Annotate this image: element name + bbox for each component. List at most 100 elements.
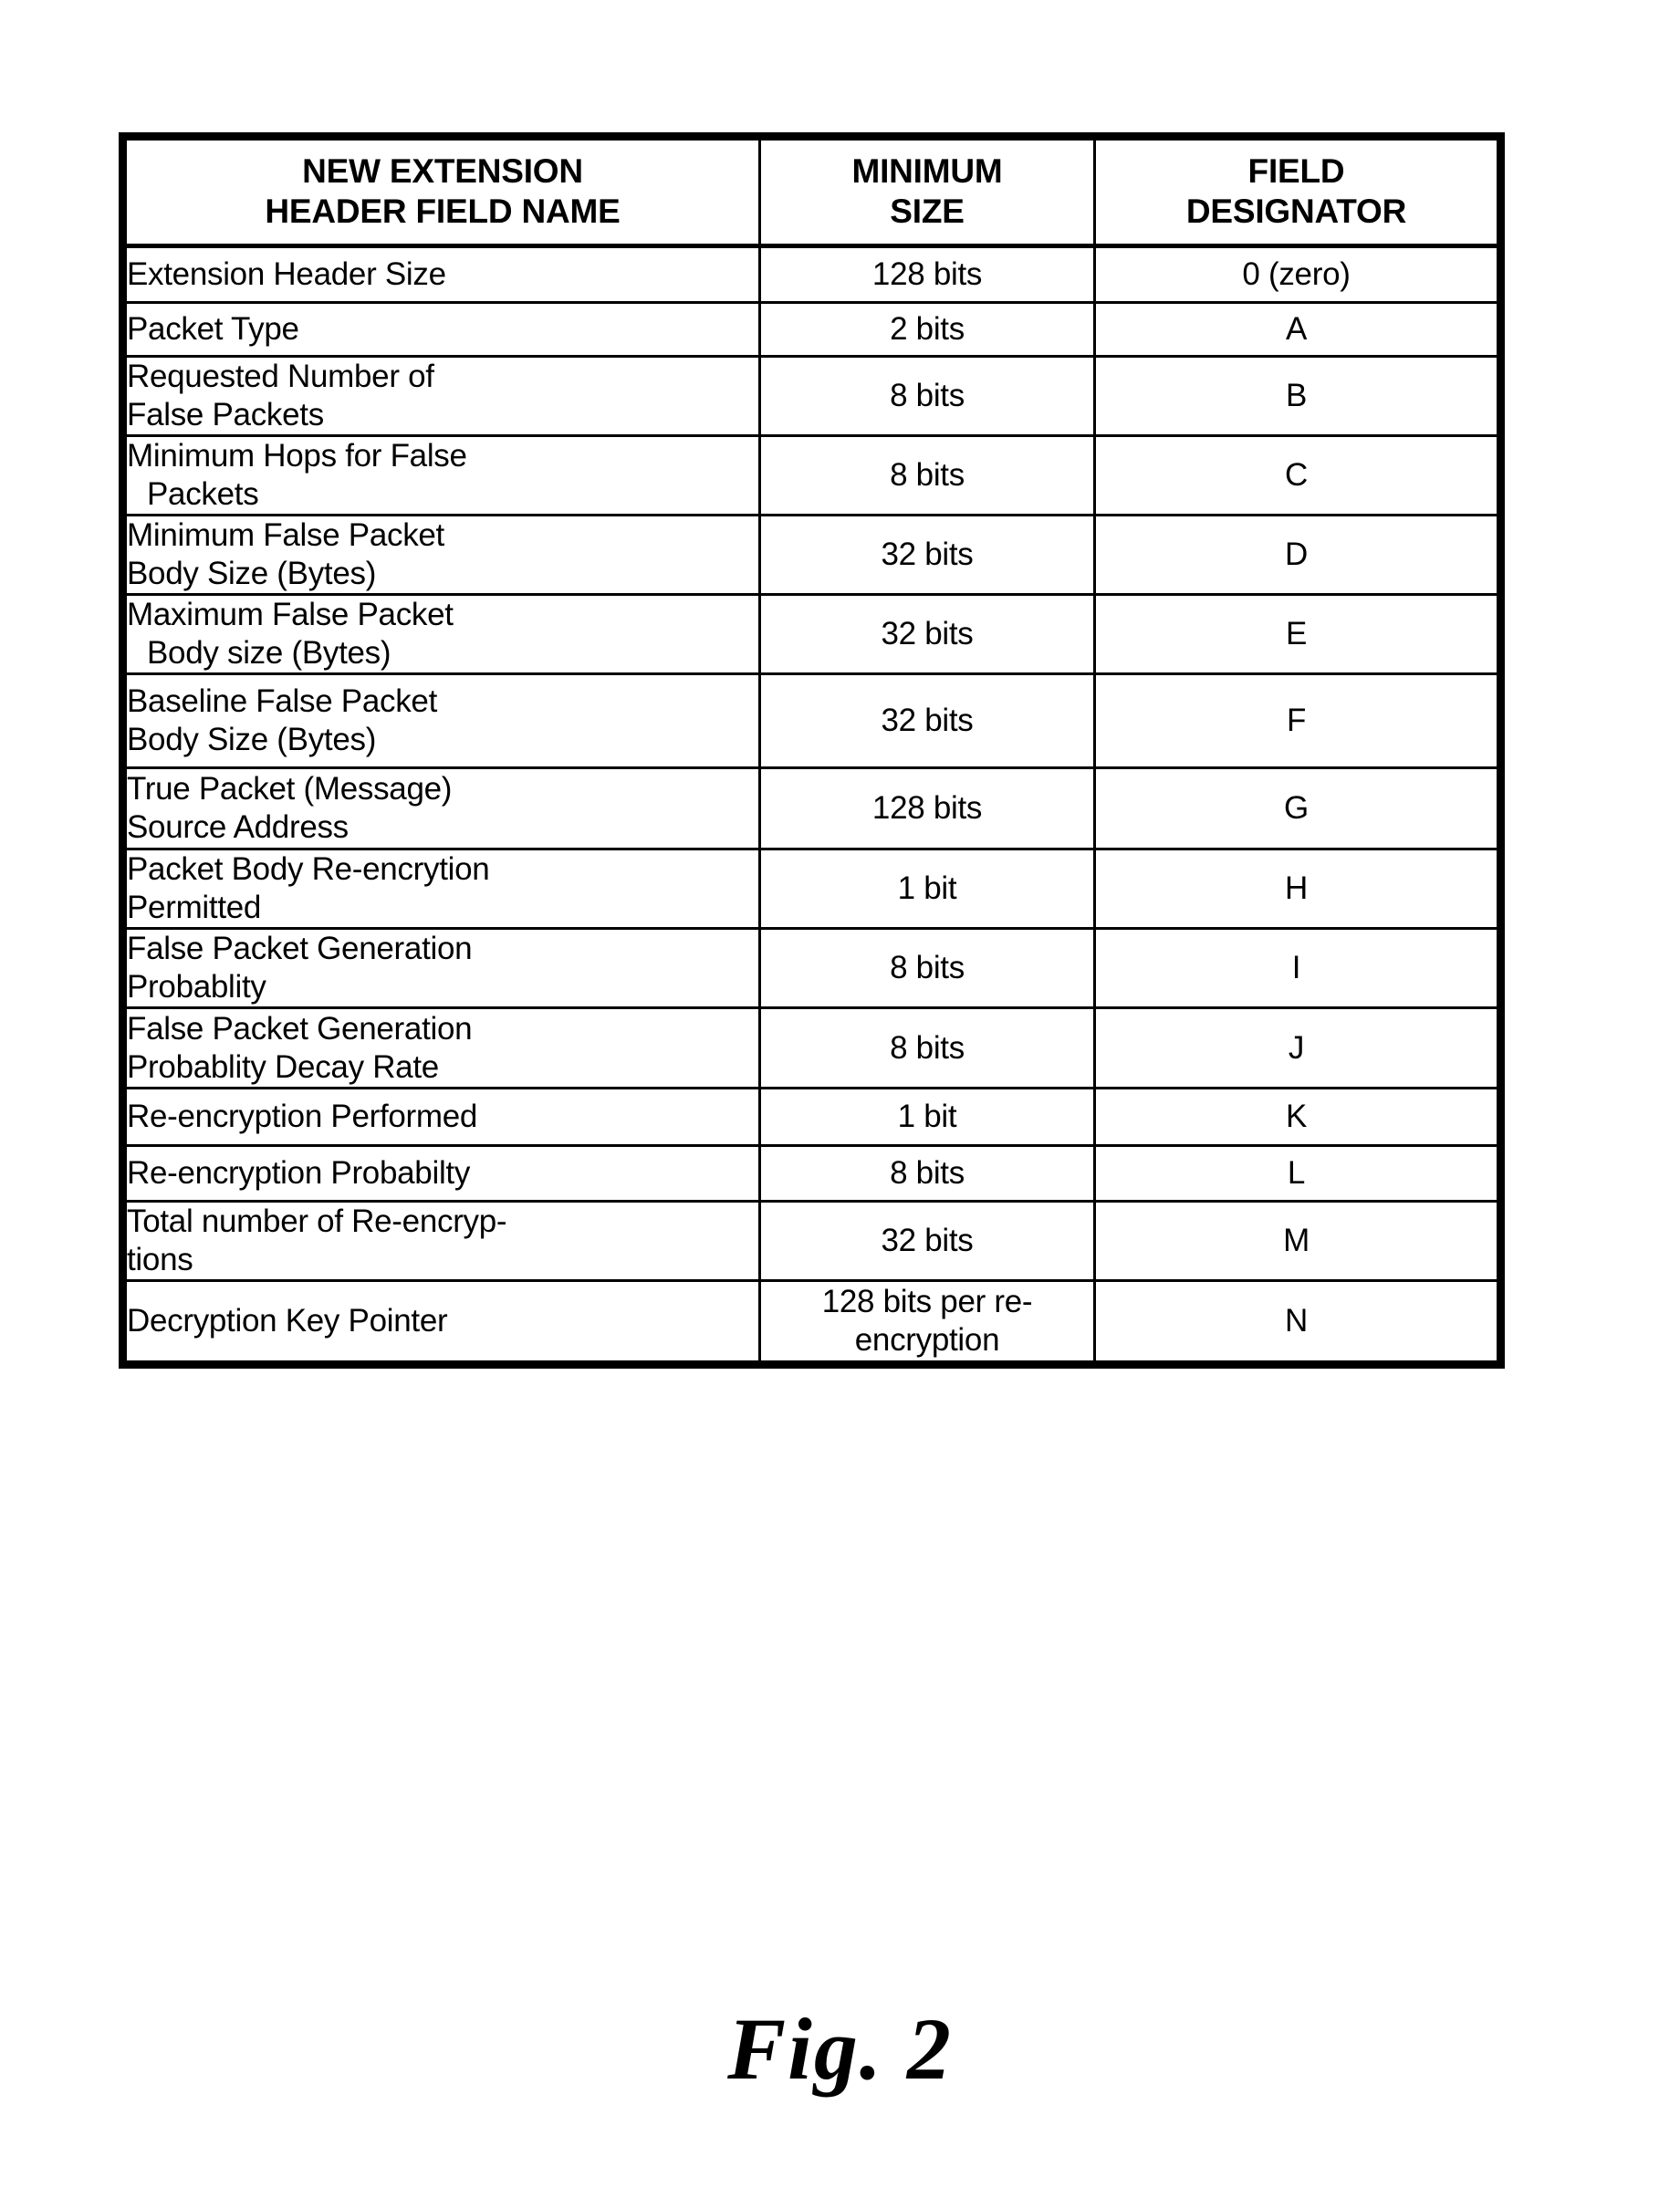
- minimum-size-line1: 32 bits: [881, 703, 974, 739]
- cell-minimum-size: 32 bits: [758, 672, 1096, 770]
- cell-field-designator: C: [1093, 434, 1502, 517]
- column-header-field-designator: FIELD DESIGNATOR: [1093, 134, 1502, 249]
- cell-field-designator: F: [1093, 672, 1502, 770]
- cell-field-name: Requested Number of False Packets: [121, 355, 761, 438]
- cell-field-designator: D: [1093, 514, 1502, 597]
- cell-field-designator: I: [1093, 927, 1502, 1010]
- column-header-field-name-line1: NEW EXTENSION: [302, 152, 583, 190]
- minimum-size-line1: 32 bits: [881, 616, 974, 652]
- field-name-line1: Maximum False Packet: [127, 597, 454, 633]
- cell-field-designator: K: [1093, 1087, 1502, 1148]
- table-header: NEW EXTENSION HEADER FIELD NAME MINIMUM …: [121, 134, 1502, 249]
- field-name-line1: False Packet Generation: [127, 931, 473, 967]
- field-designator-value: E: [1285, 616, 1308, 652]
- cell-field-designator: 0 (zero): [1093, 245, 1502, 305]
- field-name-line1: Minimum Hops for False: [127, 438, 467, 474]
- field-designator-value: 0 (zero): [1242, 256, 1351, 293]
- cell-field-name: True Packet (Message) Source Address: [121, 766, 761, 851]
- field-designator-value: H: [1285, 870, 1308, 907]
- minimum-size-line1: 1 bit: [897, 1099, 957, 1135]
- minimum-size-line1: 128 bits per re-: [821, 1284, 1033, 1320]
- field-designator-value: K: [1285, 1099, 1308, 1135]
- minimum-size-line1: 1 bit: [897, 870, 957, 907]
- table-row: False Packet Generation Probablity 8 bits…: [121, 927, 1502, 1010]
- cell-minimum-size: 8 bits: [758, 1144, 1096, 1203]
- cell-field-name: Minimum False Packet Body Size (Bytes): [121, 514, 761, 597]
- cell-field-designator: L: [1093, 1144, 1502, 1203]
- field-name-line1: Minimum False Packet: [127, 517, 444, 554]
- field-name-line2: tions: [127, 1242, 193, 1278]
- cell-minimum-size: 32 bits: [758, 1200, 1096, 1283]
- cell-minimum-size: 32 bits: [758, 593, 1096, 676]
- table-row: Minimum Hops for False Packets 8 bits C: [121, 434, 1502, 517]
- column-header-field-name-line2: HEADER FIELD NAME: [265, 192, 621, 230]
- cell-field-designator: G: [1093, 766, 1502, 851]
- column-header-minimum-size: MINIMUM SIZE: [758, 134, 1096, 249]
- cell-minimum-size: 8 bits: [758, 927, 1096, 1010]
- field-name-line1: False Packet Generation: [127, 1010, 473, 1047]
- cell-minimum-size: 32 bits: [758, 514, 1096, 597]
- minimum-size-line2: encryption: [854, 1322, 1000, 1359]
- figure-caption: Fig. 2: [727, 2000, 953, 2098]
- table-row: Extension Header Size 128 bits 0 (zero): [121, 245, 1502, 305]
- table-row: Packet Body Re-encrytion Permitted 1 bit …: [121, 848, 1502, 931]
- table-row: Baseline False Packet Body Size (Bytes) 3…: [121, 672, 1502, 770]
- field-name-line2: Source Address: [127, 809, 349, 846]
- field-name-line1: Re-encryption Probabilty: [127, 1155, 471, 1192]
- field-name-line1: Packet Body Re-encrytion: [127, 851, 490, 888]
- field-name-line2: Probablity Decay Rate: [127, 1048, 439, 1085]
- cell-field-name: Decryption Key Pointer: [121, 1279, 761, 1367]
- minimum-size-line1: 8 bits: [890, 1029, 965, 1066]
- table-row: Maximum False Packet Body size (Bytes) 32…: [121, 593, 1502, 676]
- cell-minimum-size: 1 bit: [758, 848, 1096, 931]
- cell-field-designator: A: [1093, 301, 1502, 359]
- minimum-size-line1: 8 bits: [890, 457, 965, 494]
- cell-minimum-size: 128 bits per re-encryption: [758, 1279, 1096, 1367]
- cell-field-name: Re-encryption Probabilty: [121, 1144, 761, 1203]
- minimum-size-line1: 32 bits: [881, 537, 974, 573]
- minimum-size-line1: 8 bits: [890, 378, 965, 414]
- table-row: False Packet Generation Probablity Decay …: [121, 1006, 1502, 1090]
- cell-minimum-size: 1 bit: [758, 1087, 1096, 1148]
- cell-field-designator: J: [1093, 1006, 1502, 1090]
- table-row: Decryption Key Pointer 128 bits per re-e…: [121, 1279, 1502, 1367]
- cell-field-name: Minimum Hops for False Packets: [121, 434, 761, 517]
- cell-field-name: Baseline False Packet Body Size (Bytes): [121, 672, 761, 770]
- column-header-field-name-text: NEW EXTENSION HEADER FIELD NAME: [127, 141, 758, 244]
- field-name-line2: Probablity: [127, 969, 266, 1006]
- column-header-field-name: NEW EXTENSION HEADER FIELD NAME: [121, 134, 761, 249]
- field-name-line1: Extension Header Size: [127, 256, 446, 293]
- table-row: Total number of Re-encryp-tions 32 bits …: [121, 1200, 1502, 1283]
- table-row: Minimum False Packet Body Size (Bytes) 32…: [121, 514, 1502, 597]
- field-name-line1: Decryption Key Pointer: [127, 1303, 448, 1339]
- field-name-line2: Permitted: [127, 890, 262, 926]
- figure-sheet: NEW EXTENSION HEADER FIELD NAME MINIMUM …: [0, 0, 1680, 2209]
- column-header-field-designator-line2: DESIGNATOR: [1185, 192, 1407, 230]
- cell-field-designator: E: [1093, 593, 1502, 676]
- table-row: Re-encryption Probabilty 8 bits L: [121, 1144, 1502, 1203]
- cell-field-name: Total number of Re-encryp-tions: [121, 1200, 761, 1283]
- cell-field-name: Packet Body Re-encrytion Permitted: [121, 848, 761, 931]
- field-designator-value: I: [1291, 950, 1301, 986]
- field-name-line2: Body Size (Bytes): [127, 722, 377, 758]
- field-designator-value: C: [1285, 457, 1308, 494]
- field-designator-value: D: [1285, 537, 1308, 573]
- minimum-size-line1: 8 bits: [890, 1155, 965, 1192]
- field-designator-value: B: [1285, 378, 1308, 414]
- minimum-size-line1: 128 bits: [871, 790, 983, 827]
- cell-minimum-size: 8 bits: [758, 355, 1096, 438]
- column-header-minimum-size-line2: SIZE: [890, 192, 965, 230]
- column-header-minimum-size-line1: MINIMUM: [851, 152, 1003, 190]
- table-header-row: NEW EXTENSION HEADER FIELD NAME MINIMUM …: [121, 134, 1502, 249]
- cell-minimum-size: 8 bits: [758, 1006, 1096, 1090]
- field-name-line2: Body size (Bytes): [147, 635, 391, 672]
- cell-minimum-size: 2 bits: [758, 301, 1096, 359]
- field-name-line2: Packets: [147, 476, 259, 513]
- field-name-line1: Re-encryption Performed: [127, 1099, 478, 1135]
- cell-field-designator: M: [1093, 1200, 1502, 1283]
- cell-field-name: Re-encryption Performed: [121, 1087, 761, 1148]
- field-name-line1: Requested Number of: [127, 359, 434, 395]
- minimum-size-line1: 128 bits: [871, 256, 983, 293]
- column-header-minimum-size-text: MINIMUM SIZE: [761, 141, 1093, 244]
- field-designator-value: L: [1287, 1155, 1306, 1192]
